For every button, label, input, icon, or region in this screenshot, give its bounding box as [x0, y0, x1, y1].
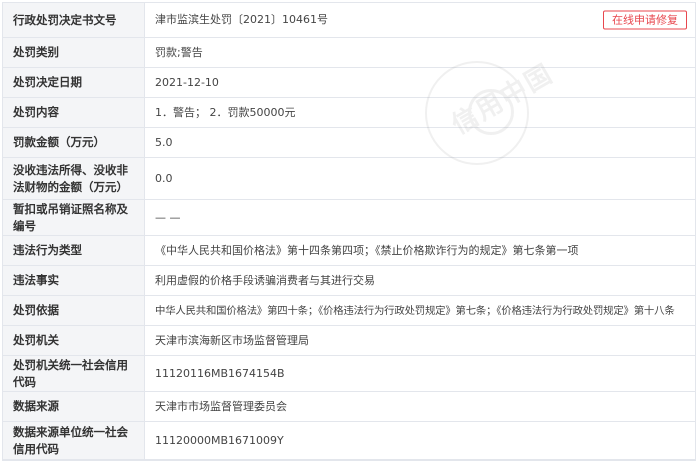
online-repair-button[interactable]: 在线申请修复 [603, 10, 687, 30]
row-penalty-category: 处罚类别 罚款;警告 [3, 38, 695, 68]
label-penalty-content: 处罚内容 [3, 98, 145, 127]
row-penalty-basis: 处罚依据 中华人民共和国价格法》第四十条；《价格违法行为行政处罚规定》第七条；《… [3, 296, 695, 326]
label-source-credit-code: 数据来源单位统一社会信用代码 [3, 422, 145, 459]
row-source-credit-code: 数据来源单位统一社会信用代码 11120000MB1671009Y [3, 422, 695, 460]
value-data-source: 天津市市场监督管理委员会 [155, 399, 287, 413]
label-fine-amount: 罚款金额（万元） [3, 128, 145, 157]
penalty-record-table: 行政处罚决定书文号 津市监滨生处罚〔2021〕10461号 在线申请修复 处罚类… [2, 2, 696, 461]
row-authority-credit-code: 处罚机关统一社会信用代码 11120116MB1674154B [3, 356, 695, 392]
label-penalty-category: 处罚类别 [3, 38, 145, 67]
value-violation-type: 《中华人民共和国价格法》第十四条第四项；《禁止价格欺诈行为的规定》第七条第一项 [155, 243, 579, 257]
value-penalty-category: 罚款;警告 [155, 45, 203, 59]
value-decision-number: 津市监滨生处罚〔2021〕10461号 在线申请修复 [145, 3, 695, 37]
row-decision-number: 行政处罚决定书文号 津市监滨生处罚〔2021〕10461号 在线申请修复 [3, 3, 695, 38]
value-violation-facts: 利用虚假的价格手段诱骗消费者与其进行交易 [155, 273, 375, 287]
value-confiscation-amount: 0.0 [155, 171, 173, 185]
label-data-source: 数据来源 [3, 392, 145, 421]
value-license-revocation: — — [155, 210, 181, 224]
row-violation-type: 违法行为类型 《中华人民共和国价格法》第十四条第四项；《禁止价格欺诈行为的规定》… [3, 236, 695, 266]
label-violation-facts: 违法事实 [3, 266, 145, 295]
value-penalty-basis: 中华人民共和国价格法》第四十条；《价格违法行为行政处罚规定》第七条；《价格违法行… [155, 304, 675, 317]
row-fine-amount: 罚款金额（万元） 5.0 [3, 128, 695, 158]
label-penalty-authority: 处罚机关 [3, 326, 145, 355]
value-source-credit-code: 11120000MB1671009Y [155, 433, 284, 447]
label-decision-number: 行政处罚决定书文号 [3, 3, 145, 37]
decision-number-text: 津市监滨生处罚〔2021〕10461号 [155, 13, 328, 26]
label-violation-type: 违法行为类型 [3, 236, 145, 265]
value-penalty-authority: 天津市滨海新区市场监督管理局 [155, 333, 309, 347]
row-penalty-content: 处罚内容 1．警告； 2．罚款50000元 [3, 98, 695, 128]
label-confiscation-amount: 没收违法所得、没收非法财物的金额（万元） [3, 158, 145, 199]
label-penalty-basis: 处罚依据 [3, 296, 145, 325]
value-fine-amount: 5.0 [155, 135, 173, 149]
row-penalty-authority: 处罚机关 天津市滨海新区市场监督管理局 [3, 326, 695, 356]
label-authority-credit-code: 处罚机关统一社会信用代码 [3, 356, 145, 391]
row-data-source: 数据来源 天津市市场监督管理委员会 [3, 392, 695, 422]
label-decision-date: 处罚决定日期 [3, 68, 145, 97]
row-decision-date: 处罚决定日期 2021-12-10 [3, 68, 695, 98]
row-license-revocation: 暂扣或吊销证照名称及编号 — — [3, 200, 695, 236]
value-decision-date: 2021-12-10 [155, 75, 219, 89]
label-license-revocation: 暂扣或吊销证照名称及编号 [3, 200, 145, 235]
row-violation-facts: 违法事实 利用虚假的价格手段诱骗消费者与其进行交易 [3, 266, 695, 296]
row-confiscation-amount: 没收违法所得、没收非法财物的金额（万元） 0.0 [3, 158, 695, 200]
value-authority-credit-code: 11120116MB1674154B [155, 366, 285, 380]
value-penalty-content: 1．警告； 2．罚款50000元 [155, 105, 296, 119]
